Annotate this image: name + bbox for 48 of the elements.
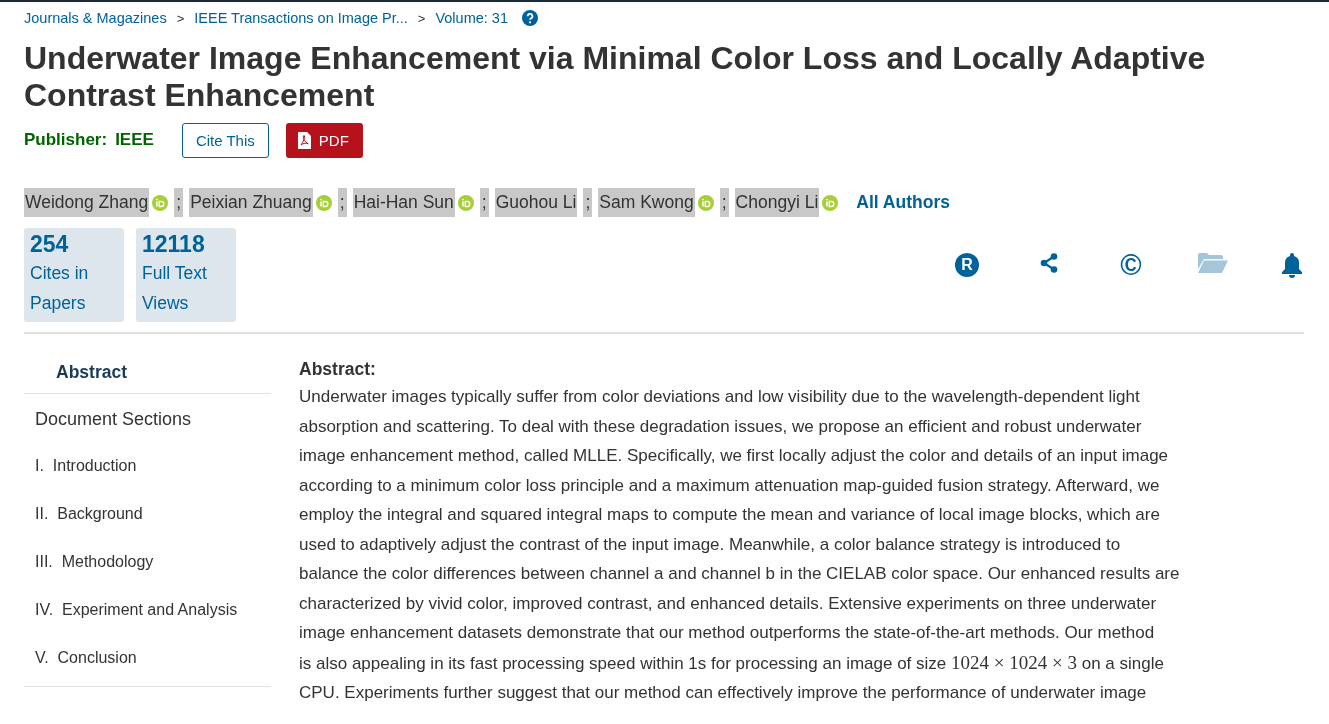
help-icon[interactable] <box>522 10 538 26</box>
orcid-icon[interactable] <box>152 194 169 211</box>
metric-value: 12118 <box>142 230 206 258</box>
metric-value: 254 <box>30 230 70 258</box>
breadcrumb-link[interactable]: Volume: 31 <box>435 10 508 26</box>
breadcrumb-link[interactable]: IEEE Transactions on Image Pr... <box>194 10 408 26</box>
metric-card[interactable]: 254 Cites in Papers <box>24 228 124 322</box>
orcid-icon[interactable] <box>697 194 714 211</box>
author-link[interactable]: Peixian Zhuang <box>189 188 313 217</box>
cite-button[interactable]: Cite This <box>181 122 269 158</box>
author-link[interactable]: Sam Kwong <box>598 188 695 217</box>
section-link[interactable]: III. Methodology <box>24 538 271 586</box>
orcid-icon[interactable] <box>457 194 474 211</box>
author-separator: ; <box>479 188 489 217</box>
orcid-icon[interactable] <box>315 194 332 211</box>
author-link[interactable]: Chongyi Li <box>734 188 820 217</box>
bell-icon[interactable] <box>1280 253 1304 279</box>
metric-label: Full Text Views <box>142 262 208 315</box>
document-icon <box>297 131 311 149</box>
orcid-icon[interactable] <box>822 194 839 211</box>
copyright-icon[interactable]: © <box>1120 253 1142 277</box>
abstract-text: Underwater images typically suffer from color deviations and low visibility due to the wavelength-dependent light absorption and scattering. To deal with these degradation issues, we propose an efficient and robust underwater image enhancement method, called MLLE. Specifically, we first locally adjust the color and details of an input image according to a minimum color loss principle and a maximum attenuation map-guided fusion strategy. Afterward, we employ the integral and squared integral maps to compute the mean and variance of local image blocks, which are used to adaptively adjust the contrast of the input image. Meanwhile, a color balance strategy is introduced to balance the color differences between channel a and channel b in the CIELAB color space. Our enhanced results are characterized by vivid color, improved contrast, and enhanced details. Extensive experiments on three underwater image enhancement datasets demonstrate that our method outperforms the state-of-the-art methods. Our method is also appealing in its fast processing speed within 1s for processing an image of size 1024 × 1024 × 3 on a single CPU. Experiments further suggest that our method can effectively improve the performance of underwater image <box>299 386 1181 704</box>
section-link[interactable]: IV. Experiment and Analysis <box>24 586 271 634</box>
section-link[interactable]: II. Background <box>24 490 271 538</box>
section-link[interactable]: V. Conclusion <box>24 634 271 682</box>
sections-heading: Document Sections <box>34 408 193 431</box>
abstract-heading: Abstract: <box>299 359 377 380</box>
abstract-nav-link[interactable]: Abstract <box>24 354 271 394</box>
author-separator: ; <box>337 188 347 217</box>
author-link[interactable]: Guohou Li <box>494 188 578 217</box>
author-separator: ; <box>583 188 593 217</box>
publisher-name: IEEE <box>115 130 154 150</box>
rights-icon[interactable]: R <box>955 253 979 277</box>
article-title: Underwater Image Enhancement via Minimal Color Loss and Locally Adaptive Contrast Enhancement <box>24 40 1207 114</box>
section-link[interactable]: I. Introduction <box>24 442 271 490</box>
metric-label: Cites in Papers <box>30 262 90 315</box>
breadcrumb-separator: > <box>417 10 426 26</box>
breadcrumb-link[interactable]: Journals & Magazines <box>24 10 167 26</box>
publisher-label: Publisher: <box>24 130 108 150</box>
author-separator: ; <box>174 188 184 217</box>
author-link[interactable]: Hai-Han Sun <box>352 188 455 217</box>
author-separator: ; <box>719 188 729 217</box>
author-link[interactable]: Weidong Zhang <box>24 188 150 217</box>
share-icon[interactable] <box>1040 253 1058 273</box>
pdf-button[interactable]: PDF <box>285 122 363 158</box>
breadcrumb-separator: > <box>176 10 185 26</box>
metric-card[interactable]: 12118 Full Text Views <box>136 228 236 322</box>
all-authors-link[interactable]: All Authors <box>856 192 950 213</box>
